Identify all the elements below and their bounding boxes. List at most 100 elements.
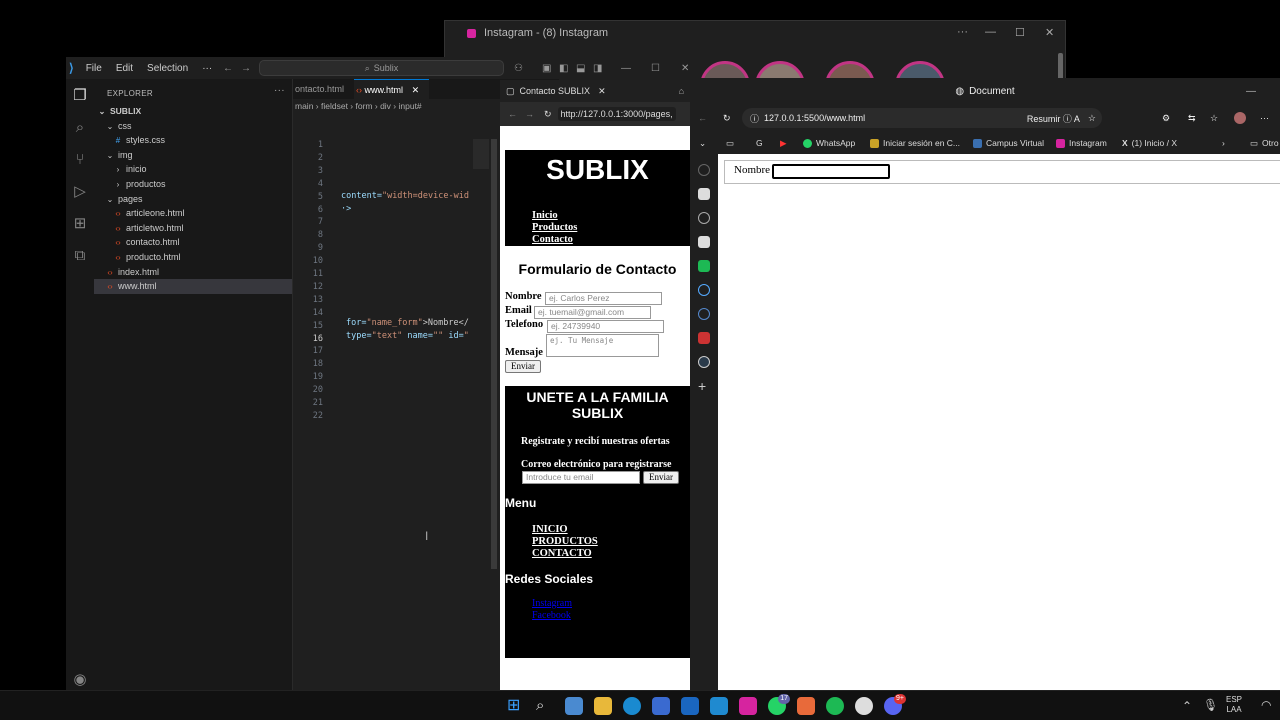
breadcrumb-item[interactable]: div [380, 101, 391, 111]
nombre-input[interactable]: ej. Carlos Perez [545, 292, 662, 305]
file-explorer-icon[interactable] [594, 697, 612, 715]
extensions-icon[interactable]: ⚙ [1162, 113, 1170, 124]
instagram-icon[interactable] [739, 697, 757, 715]
summarize-button[interactable]: Resumir ⓘ A [1027, 112, 1080, 125]
tree-item[interactable]: › productos [94, 177, 292, 192]
fav-otro[interactable]: ▭ Otro [1250, 138, 1279, 149]
copilot-icon[interactable] [698, 164, 710, 176]
search-icon[interactable]: ⌕ [536, 697, 554, 715]
tab-contacto[interactable]: ontacto.html [293, 79, 354, 99]
tree-item[interactable]: ‹› contacto.html [94, 235, 292, 250]
tree-item[interactable]: › inicio [94, 162, 292, 177]
code-line-5[interactable]: content="width=device-wid [341, 191, 469, 201]
lock-icon[interactable]: ⌂ [679, 86, 684, 96]
code-line-6[interactable]: ·> [341, 204, 351, 214]
breadcrumb-item[interactable]: fieldset [321, 101, 348, 111]
settings-more-icon[interactable]: ··· [1260, 113, 1269, 123]
app-icon[interactable] [797, 697, 815, 715]
instagram-link[interactable]: Instagram [532, 598, 572, 610]
menu-edit[interactable]: Edit [116, 63, 133, 74]
vscode-icon[interactable] [710, 697, 728, 715]
toggle-secondary-icon[interactable]: ◨ [593, 63, 602, 74]
tree-item[interactable]: ‹› www.html [94, 279, 292, 294]
nombre-input[interactable] [772, 164, 890, 179]
editor-scrollbar[interactable] [491, 139, 497, 569]
back-arrow-icon[interactable]: ← [223, 63, 233, 74]
extensions-icon[interactable]: ⊞ [71, 215, 89, 233]
source-control-icon[interactable]: ⑂ [71, 151, 89, 169]
copilot-icon[interactable]: ⚇ [514, 63, 523, 74]
chevron-right-icon[interactable]: › [1222, 138, 1225, 148]
chevron-down-icon[interactable]: ⌄ [699, 138, 706, 149]
widgets-icon[interactable] [565, 697, 583, 715]
add-icon[interactable]: + [698, 378, 706, 394]
close-tab-icon[interactable]: ✕ [598, 86, 606, 97]
forward-arrow-icon[interactable]: → [525, 109, 534, 119]
more-icon[interactable]: ··· [957, 26, 968, 38]
tab-actions-icon[interactable]: ▭ [726, 138, 734, 149]
toggle-panel-icon[interactable]: ⬓ [576, 63, 585, 74]
youtube-icon[interactable]: ▶ [780, 138, 787, 149]
menu-file[interactable]: File [86, 63, 102, 74]
footer-link-contacto[interactable]: CONTACTO [532, 548, 598, 560]
close-icon[interactable]: ✕ [681, 63, 689, 74]
search-icon[interactable] [698, 308, 710, 320]
mensaje-textarea[interactable]: ej. Tu Mensaje [546, 334, 659, 357]
tree-item[interactable]: ⌄ pages [94, 192, 292, 207]
split-screen-icon[interactable]: ⇆ [1188, 113, 1196, 124]
tree-item[interactable]: ⌄ css [94, 119, 292, 134]
nav-inicio[interactable]: Inicio [532, 210, 577, 222]
run-debug-icon[interactable]: ▷ [71, 183, 89, 201]
globe-icon[interactable] [698, 356, 710, 368]
breadcrumb-item[interactable]: form [356, 101, 373, 111]
maximize-icon[interactable]: ☐ [1015, 26, 1025, 39]
maximize-icon[interactable]: ☐ [651, 63, 660, 74]
spotify-icon[interactable] [826, 697, 844, 715]
email-input[interactable]: ej. tuemail@gmail.com [534, 306, 651, 319]
tree-root[interactable]: ⌄ SUBLIX [94, 104, 292, 119]
discord-icon[interactable]: 9+ [884, 694, 906, 715]
tree-item[interactable]: ‹› index.html [94, 265, 292, 280]
profile-avatar[interactable] [1234, 112, 1246, 124]
tree-item[interactable]: # styles.css [94, 133, 292, 148]
address-bar[interactable]: ⓘ 127.0.0.1:5500/www.html Resumir ⓘ A ☆ [742, 108, 1102, 128]
remote-explorer-icon[interactable]: ⧉ [71, 247, 89, 265]
reload-icon[interactable]: ↻ [544, 109, 552, 120]
account-icon[interactable]: ◉ [71, 671, 89, 689]
breadcrumb-item[interactable]: input# [399, 101, 422, 111]
tray-chevron-icon[interactable]: ⌃ [1182, 699, 1192, 713]
footer-link-productos[interactable]: PRODUCTOS [532, 536, 598, 548]
command-center[interactable]: ⌕ Sublix [259, 60, 504, 76]
breadcrumb-item[interactable]: main [295, 101, 313, 111]
minimize-icon[interactable]: — [985, 26, 996, 38]
kick-icon[interactable] [698, 260, 710, 272]
browser-tab[interactable]: ▢ Contacto SUBLIX ✕ ⌂ [500, 80, 690, 102]
minimize-icon[interactable]: — [1246, 86, 1256, 97]
google-icon[interactable]: G [756, 138, 763, 148]
back-arrow-icon[interactable]: ← [698, 113, 707, 123]
back-arrow-icon[interactable]: ← [508, 109, 517, 119]
footer-link-inicio[interactable]: INICIO [532, 524, 598, 536]
reload-icon[interactable]: ↻ [723, 113, 731, 124]
menu-more[interactable]: ··· [202, 63, 212, 74]
newsletter-submit-button[interactable]: Enviar [643, 471, 679, 484]
tree-item[interactable]: ‹› articleone.html [94, 206, 292, 221]
tool-icon[interactable] [698, 188, 710, 200]
search-icon[interactable]: ⌕ [71, 119, 89, 137]
minimap[interactable] [473, 139, 489, 169]
fav-instagram[interactable]: Instagram [1056, 138, 1107, 148]
code-line-15[interactable]: for="name_form">Nombre</ [346, 318, 469, 328]
newsletter-email-input[interactable]: Introduce tu email [522, 471, 640, 484]
layout-icon[interactable]: ▣ [542, 63, 551, 74]
edge-icon[interactable] [623, 697, 641, 715]
windows-start-icon[interactable]: ⊞ [507, 697, 525, 715]
toggle-sidebar-icon[interactable]: ◧ [559, 63, 568, 74]
app-icon[interactable] [698, 332, 710, 344]
fav-whatsapp[interactable]: WhatsApp [803, 138, 855, 148]
globe-icon[interactable] [698, 212, 710, 224]
close-tab-icon[interactable]: ✕ [412, 85, 420, 95]
whatsapp-icon[interactable]: 17 [768, 694, 790, 715]
forward-arrow-icon[interactable]: → [241, 63, 251, 74]
explorer-more-icon[interactable]: ··· [274, 85, 285, 96]
fav-campus-virtual[interactable]: Campus Virtual [973, 138, 1044, 148]
